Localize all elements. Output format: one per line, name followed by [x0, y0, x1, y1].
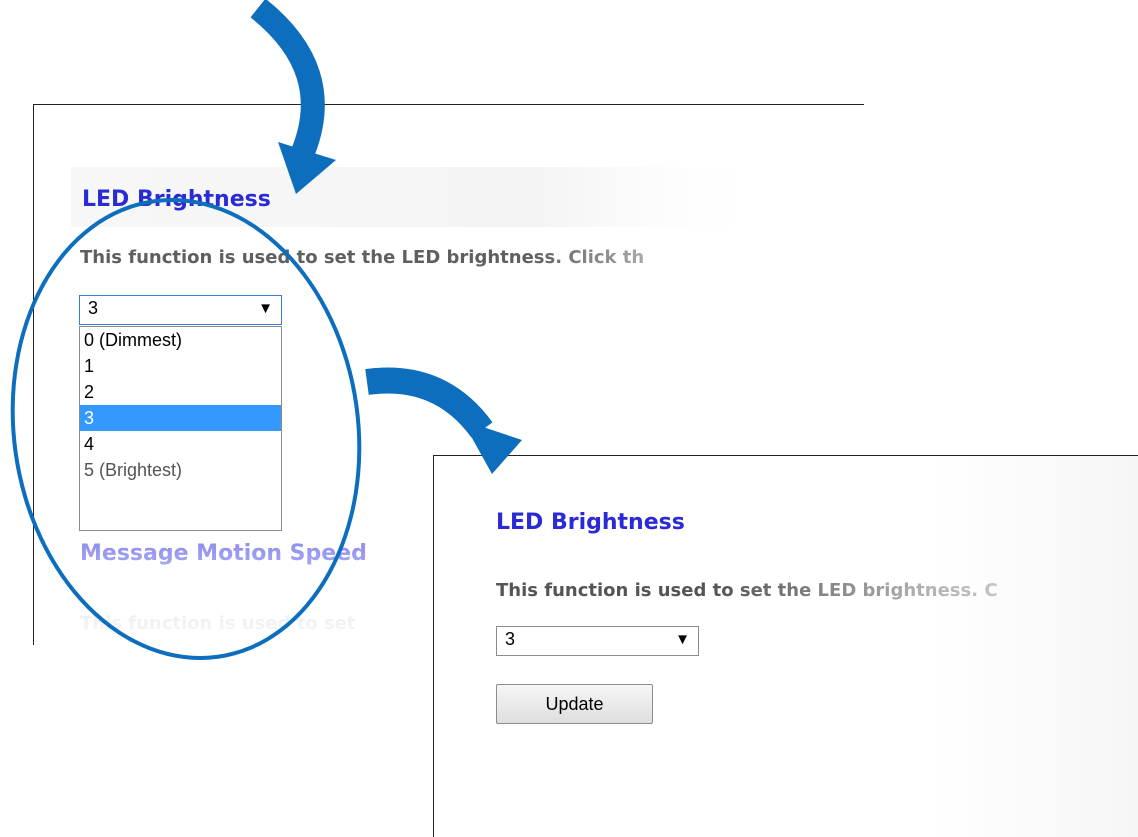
section-description: This function is used to set the LED bri…: [496, 580, 998, 601]
brightness-select-value: 3: [505, 629, 516, 649]
brightness-select[interactable]: 3 ▼: [496, 626, 699, 656]
chevron-down-icon: ▼: [675, 631, 690, 648]
settings-panel-result: LED Brightness This function is used to …: [433, 455, 1138, 837]
section-title-led-brightness: LED Brightness: [496, 510, 685, 535]
update-button[interactable]: Update: [496, 684, 653, 724]
